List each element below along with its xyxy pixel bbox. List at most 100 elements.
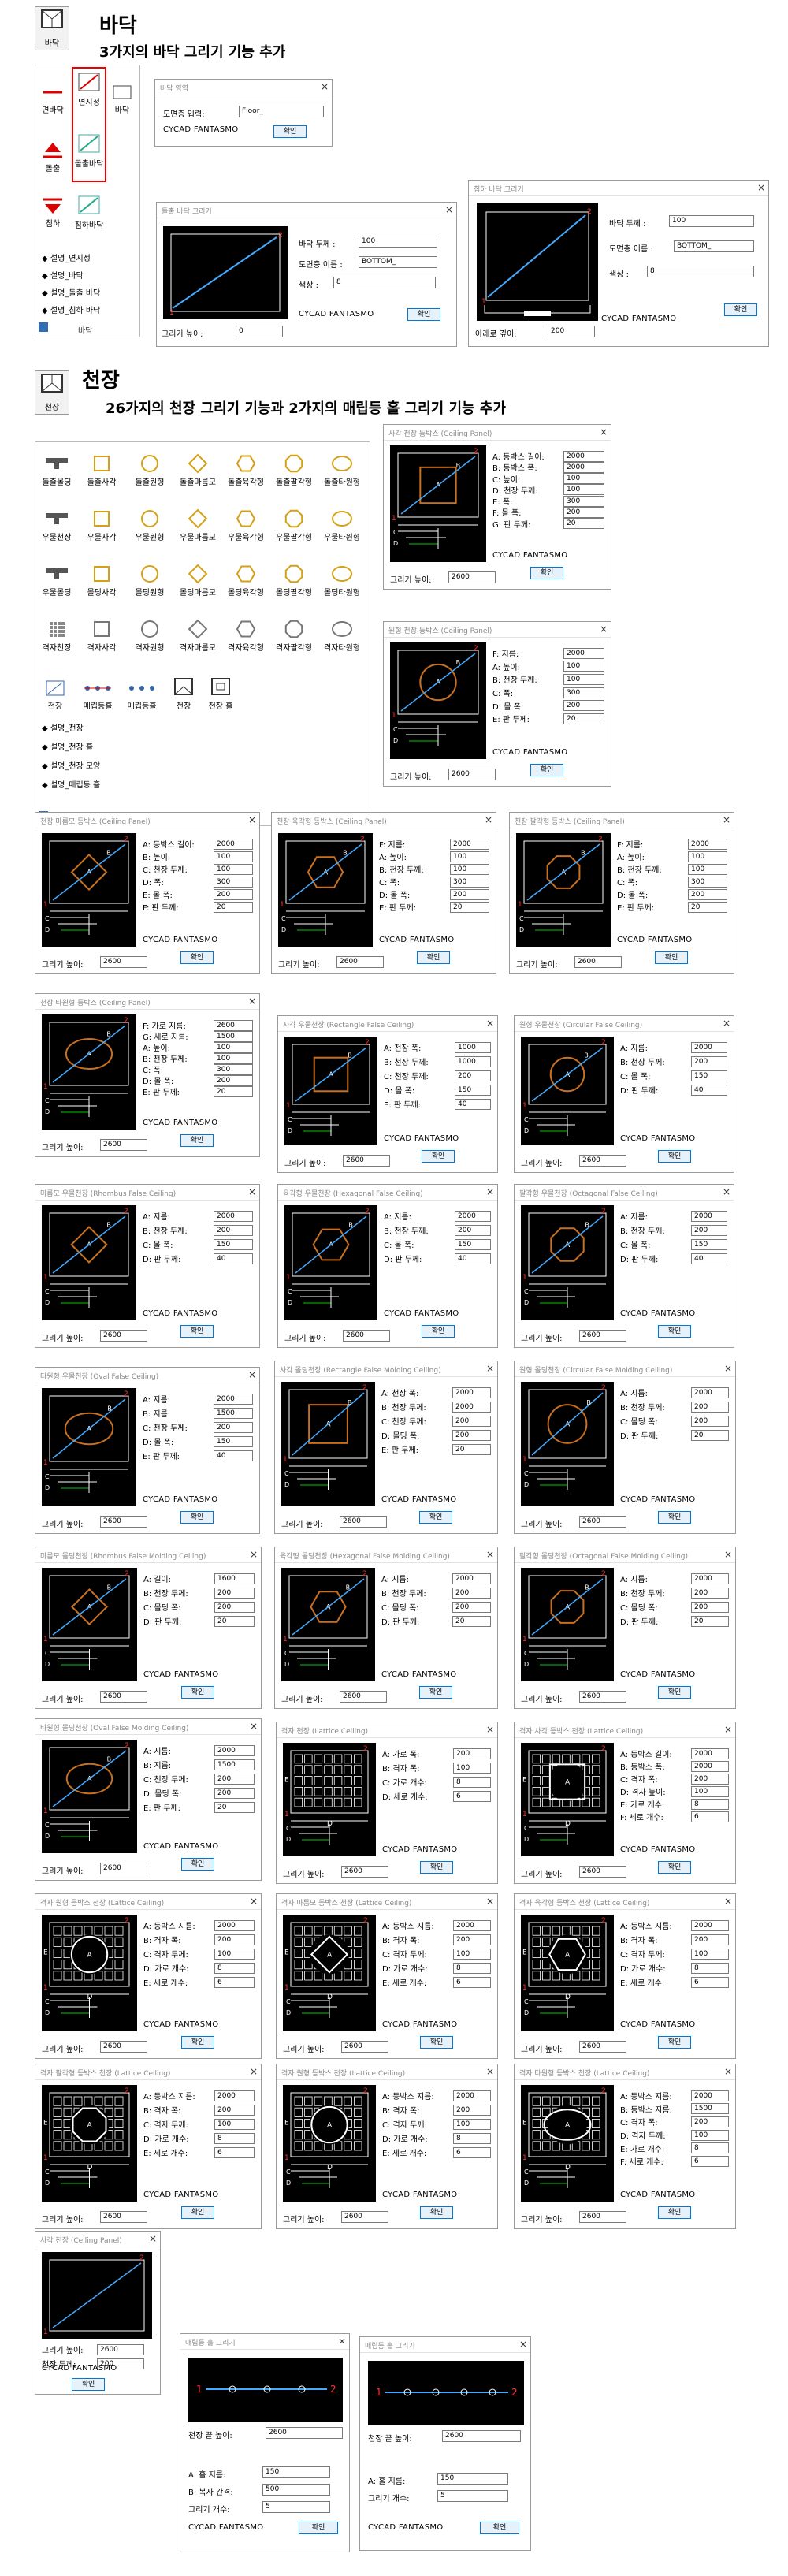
field-input[interactable]: 2000 (453, 1919, 491, 1931)
field-input[interactable]: 2000 (453, 2090, 491, 2101)
field-input[interactable]: 100 (691, 1948, 729, 1960)
field-input[interactable]: 2000 (452, 1401, 491, 1413)
field-input[interactable]: 150 (691, 1070, 727, 1081)
tool-4-6[interactable]: 격자타원형 (318, 619, 366, 653)
close-icon[interactable]: × (486, 1018, 494, 1029)
field-input[interactable]: 100 (563, 661, 604, 672)
field-input[interactable]: 6 (214, 2146, 255, 2158)
field-input[interactable]: 2000 (691, 1041, 727, 1053)
field-input[interactable]: 200 (563, 700, 604, 712)
height-input[interactable]: 2600 (266, 2427, 343, 2439)
field-input[interactable]: 100 (214, 1041, 253, 1053)
tool-3-1[interactable]: 몰딩사각 (78, 564, 125, 597)
field-input[interactable]: 150 (455, 1084, 491, 1096)
ok-button[interactable]: 확인 (181, 2036, 214, 2049)
field-input[interactable]: 2000 (691, 1760, 729, 1772)
field-input[interactable]: 150 (455, 1238, 491, 1250)
field-input[interactable]: 2000 (214, 1919, 255, 1931)
field-input[interactable]: 2000 (691, 1387, 729, 1398)
field-input[interactable]: 200 (214, 2104, 255, 2116)
ok-button[interactable]: 확인 (419, 1686, 452, 1699)
field-input[interactable]: 2000 (455, 1210, 491, 1222)
field-input[interactable]: 2000 (214, 1744, 255, 1756)
tool-face-select[interactable]: 면지정 (73, 70, 105, 107)
field-input[interactable]: 300 (563, 495, 604, 507)
ok-button[interactable]: 확인 (420, 1861, 453, 1874)
field-input[interactable]: 8 (453, 1776, 491, 1788)
field-input[interactable]: 1600 (214, 1573, 255, 1584)
close-icon[interactable]: × (724, 1724, 732, 1735)
field-input[interactable]: 1000 (455, 1041, 491, 1053)
field-input[interactable]: 6 (691, 1976, 729, 1988)
ceiling-menu-2[interactable]: ◆ 설명_천장 홀 (42, 740, 93, 752)
field-input[interactable]: 20 (214, 1801, 255, 1813)
field-input[interactable]: 200 (691, 1934, 729, 1945)
field-input[interactable]: 200 (455, 1070, 491, 1081)
tool-2-2[interactable]: 우물원형 (126, 508, 173, 542)
layer-name-input[interactable]: BOTTOM_ (674, 240, 754, 252)
field-input[interactable]: 1500 (214, 1407, 253, 1419)
close-icon[interactable]: × (486, 1363, 494, 1374)
field-input[interactable]: 200 (452, 1429, 491, 1441)
close-icon[interactable]: × (600, 624, 608, 635)
layer-name-input[interactable]: BOTTOM_ (359, 256, 437, 268)
close-icon[interactable]: × (486, 1549, 494, 1560)
ok-button[interactable]: 확인 (180, 1325, 214, 1338)
field-input[interactable]: 1500 (691, 2103, 729, 2115)
field-input[interactable]: 8 (453, 2132, 491, 2144)
field-input[interactable]: 40 (691, 1084, 727, 1096)
field-input[interactable]: 100 (453, 1948, 491, 1960)
field-input[interactable]: 6 (691, 1811, 729, 1822)
field-input[interactable]: 300 (563, 687, 604, 698)
ok-button[interactable]: 확인 (180, 1134, 214, 1147)
field-input[interactable]: 200 (691, 1055, 727, 1067)
field-input[interactable]: 200 (450, 888, 489, 900)
height-input[interactable]: 2600 (100, 1691, 147, 1703)
field-input[interactable]: 20 (563, 518, 604, 530)
height-input[interactable]: 2600 (340, 1691, 387, 1703)
field-input[interactable]: 100 (214, 1052, 253, 1064)
tool-4-3[interactable]: 격자마름모 (174, 619, 221, 653)
field-input[interactable]: 2000 (691, 1919, 729, 1931)
ok-button[interactable]: 확인 (407, 308, 440, 321)
field-input[interactable]: 6 (453, 2146, 491, 2158)
field-input[interactable]: 6 (691, 2155, 729, 2167)
tool-1-4[interactable]: 돌출육각형 (222, 453, 269, 487)
field-input[interactable]: 100 (450, 863, 489, 875)
hole-diameter-input[interactable]: 150 (262, 2466, 330, 2478)
depth-input[interactable]: 200 (548, 326, 595, 337)
hole-diameter-input[interactable]: 150 (437, 2473, 508, 2485)
field-input[interactable]: 1000 (455, 1055, 491, 1067)
height-input[interactable]: 2600 (579, 1516, 626, 1528)
close-icon[interactable]: × (724, 1896, 732, 1907)
ribbon-launcher-icon[interactable] (39, 322, 48, 332)
field-input[interactable]: 200 (214, 1934, 255, 1945)
field-input[interactable]: 2000 (691, 2090, 729, 2101)
field-input[interactable]: 100 (688, 863, 727, 875)
field-input[interactable]: 8 (453, 1962, 491, 1974)
tool-face-floor[interactable]: 면바닥 (37, 83, 69, 115)
field-input[interactable]: 40 (455, 1098, 491, 1110)
field-input[interactable]: 100 (214, 1948, 255, 1960)
field-input[interactable]: 8 (214, 1962, 255, 1974)
field-input[interactable]: 8 (691, 1962, 729, 1974)
ok-button[interactable]: 확인 (658, 1861, 691, 1874)
ok-button[interactable]: 확인 (420, 2206, 453, 2219)
field-input[interactable]: 150 (214, 1435, 253, 1447)
close-icon[interactable]: × (723, 1186, 730, 1197)
field-input[interactable]: 200 (214, 1224, 253, 1236)
height-input[interactable]: 2600 (100, 1330, 147, 1342)
height-input[interactable]: 2600 (340, 1516, 387, 1528)
ceiling-menu-4[interactable]: ◆ 설명_매립등 홀 (42, 778, 100, 790)
tool-2-3[interactable]: 우물마름모 (174, 508, 221, 542)
close-icon[interactable]: × (338, 2336, 346, 2347)
ok-button[interactable]: 확인 (419, 1511, 452, 1524)
field-input[interactable]: 200 (214, 1787, 255, 1799)
close-icon[interactable]: × (723, 1018, 730, 1029)
close-icon[interactable]: × (724, 1363, 732, 1374)
field-input[interactable]: 100 (691, 1785, 729, 1797)
field-input[interactable]: 20 (452, 1443, 491, 1455)
field-input[interactable]: 40 (455, 1253, 491, 1264)
field-input[interactable]: 200 (214, 1773, 255, 1785)
ok-button[interactable]: 확인 (658, 1150, 691, 1163)
